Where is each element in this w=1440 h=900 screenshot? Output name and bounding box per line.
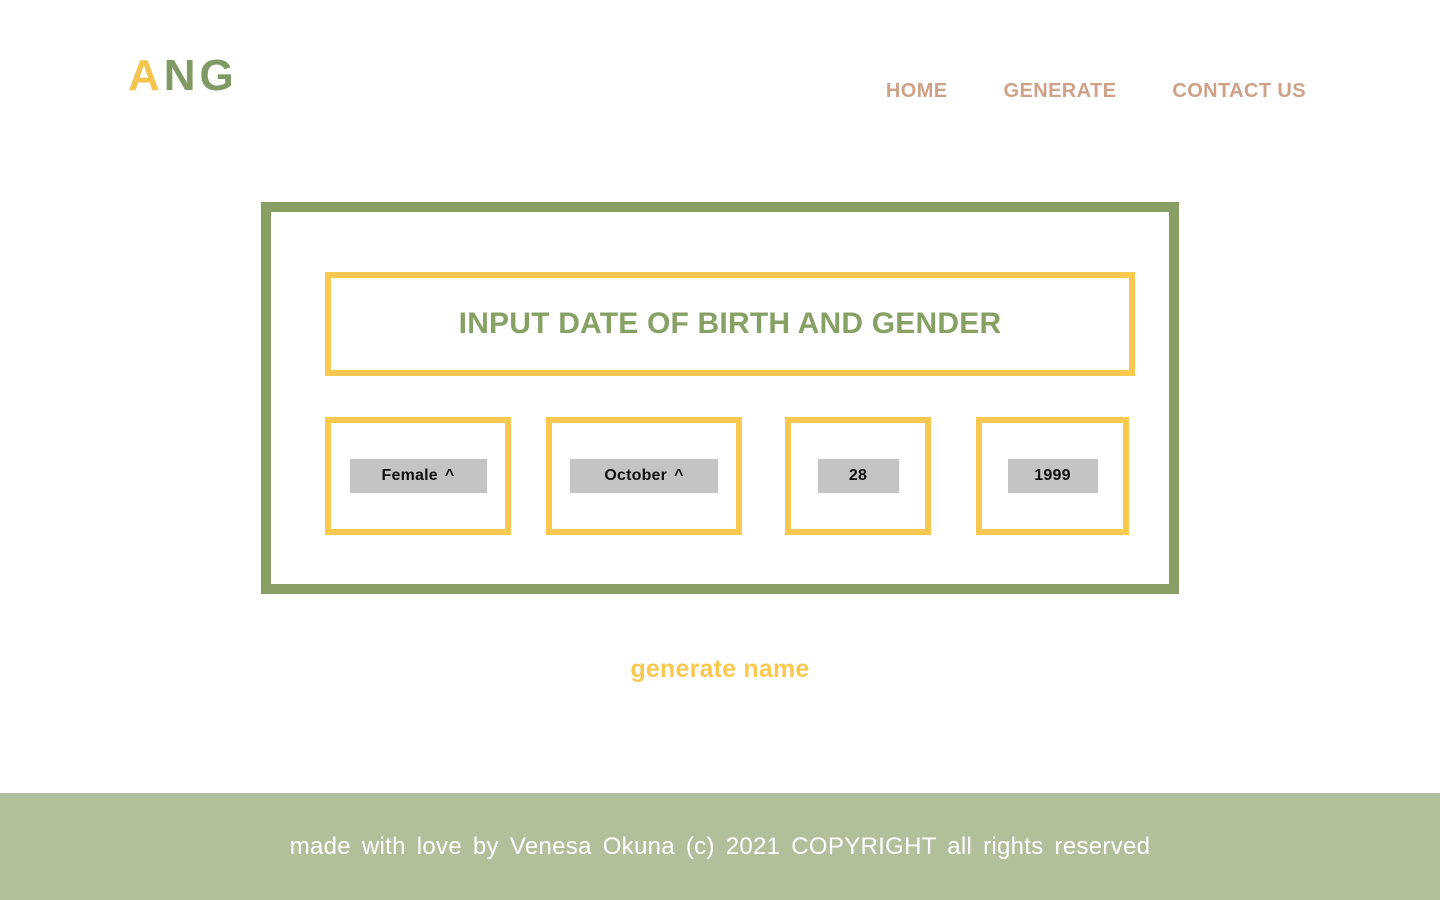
- year-input[interactable]: 1999: [1007, 459, 1098, 493]
- gender-select[interactable]: Female ^: [349, 459, 487, 493]
- chevron-up-icon: ^: [674, 467, 684, 484]
- brand-logo[interactable]: ANG: [128, 54, 238, 98]
- generate-name-button[interactable]: generate name: [0, 655, 1440, 684]
- site-footer: made with love by Venesa Okuna (c) 2021 …: [0, 793, 1440, 900]
- form-fields-row: Female ^ October ^ 28 1999: [325, 417, 1135, 535]
- brand-logo-rest-letters: NG: [163, 51, 238, 100]
- nav-link-home[interactable]: HOME: [886, 80, 948, 103]
- month-select-value: October: [604, 467, 668, 484]
- nav-link-generate[interactable]: GENERATE: [1004, 80, 1117, 103]
- birth-input-panel: INPUT DATE OF BIRTH AND GENDER Female ^ …: [261, 202, 1179, 594]
- site-header: ANG HOME GENERATE CONTACT US: [0, 0, 1440, 170]
- main-navigation: HOME GENERATE CONTACT US: [886, 80, 1306, 103]
- chevron-up-icon: ^: [444, 467, 455, 484]
- page-root: ANG HOME GENERATE CONTACT US INPUT DATE …: [0, 0, 1440, 900]
- day-input[interactable]: 28: [817, 459, 899, 493]
- month-field-box: October ^: [546, 417, 742, 535]
- nav-link-contact-us[interactable]: CONTACT US: [1172, 80, 1306, 103]
- day-field-box: 28: [785, 417, 931, 535]
- gender-field-box: Female ^: [325, 417, 511, 535]
- brand-logo-accent-letter: A: [128, 51, 164, 100]
- form-title: INPUT DATE OF BIRTH AND GENDER: [458, 307, 1002, 340]
- year-field-box: 1999: [976, 417, 1129, 535]
- month-select[interactable]: October ^: [570, 459, 718, 493]
- footer-credit-text: made with love by Venesa Okuna (c) 2021 …: [289, 832, 1151, 860]
- form-title-box: INPUT DATE OF BIRTH AND GENDER: [325, 272, 1135, 376]
- gender-select-value: Female: [381, 467, 438, 484]
